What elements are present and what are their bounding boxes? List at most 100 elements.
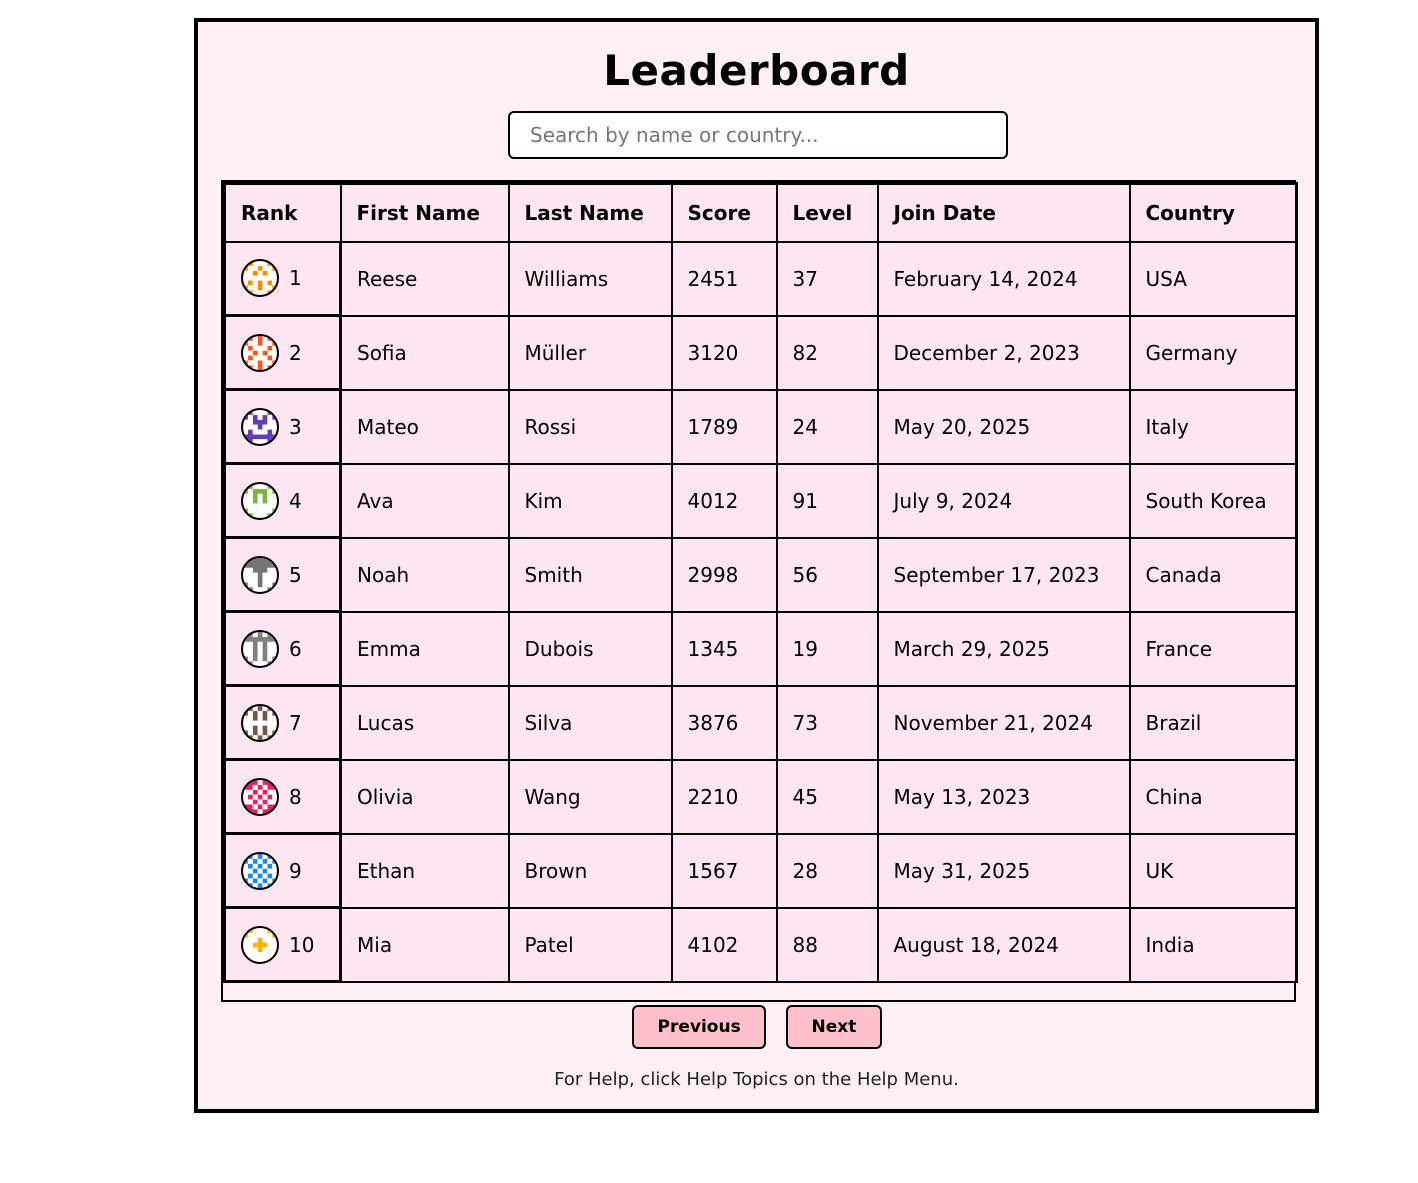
score-cell: 2451 — [670, 240, 778, 317]
rank-cell: 9 — [223, 832, 342, 909]
score-cell: 2210 — [670, 758, 778, 835]
table-row[interactable]: 7 Lucas Silva 3876 73 November 21, 2024 Brazil — [223, 684, 1298, 761]
level-cell: 91 — [775, 462, 879, 539]
join-date-cell: July 9, 2024 — [876, 462, 1131, 539]
rank-number: 9 — [289, 858, 302, 883]
score-cell: 1567 — [670, 832, 778, 909]
join-date-cell: December 2, 2023 — [876, 314, 1131, 391]
first-name-cell: Mateo — [339, 388, 510, 465]
avatar-icon — [241, 777, 279, 816]
join-date-cell: March 29, 2025 — [876, 610, 1131, 687]
first-name-cell: Mia — [339, 906, 510, 983]
score-cell: 1345 — [670, 610, 778, 687]
join-date-cell: May 31, 2025 — [876, 832, 1131, 909]
level-cell: 37 — [775, 240, 879, 317]
level-cell: 73 — [775, 684, 879, 761]
table-row[interactable]: 2 Sofia Müller 3120 82 December 2, 2023 German… — [223, 314, 1298, 391]
level-cell: 28 — [775, 832, 879, 909]
score-cell: 4102 — [670, 906, 778, 983]
table-row[interactable]: 10 Mia Patel 4102 88 August 18, 2024 India — [223, 906, 1298, 983]
first-name-cell: Sofia — [339, 314, 510, 391]
last-name-cell: Williams — [507, 240, 673, 317]
country-cell: Canada — [1128, 536, 1298, 613]
country-cell: UK — [1128, 832, 1298, 909]
rank-cell: 6 — [223, 610, 342, 687]
next-button[interactable]: Next — [785, 1005, 882, 1049]
last-name-cell: Brown — [507, 832, 673, 909]
country-cell: France — [1128, 610, 1298, 687]
country-cell: Italy — [1128, 388, 1298, 465]
avatar-icon — [241, 703, 279, 742]
leaderboard-table: Rank First Name Last Name Score Level Jo… — [223, 182, 1298, 983]
column-header-level[interactable]: Level — [775, 182, 879, 243]
country-cell: USA — [1128, 240, 1298, 317]
country-cell: Germany — [1128, 314, 1298, 391]
table-row[interactable]: 5 Noah Smith 2998 56 September 17, 2023 Canada — [223, 536, 1298, 613]
level-cell: 45 — [775, 758, 879, 835]
rank-cell: 3 — [223, 388, 342, 465]
table-row[interactable]: 1 Reese Williams 2451 37 February 14, 2024 USA — [223, 240, 1298, 317]
country-cell: India — [1128, 906, 1298, 983]
last-name-cell: Patel — [507, 906, 673, 983]
column-header-country[interactable]: Country — [1128, 182, 1298, 243]
table-row[interactable]: 6 Emma Dubois 1345 19 March 29, 2025 France — [223, 610, 1298, 687]
table-row[interactable]: 4 Ava Kim 4012 91 July 9, 2024 South Korea — [223, 462, 1298, 539]
avatar-icon — [241, 333, 279, 372]
rank-number: 2 — [289, 340, 302, 365]
join-date-cell: February 14, 2024 — [876, 240, 1131, 317]
search-input[interactable] — [508, 111, 1008, 159]
pagination: Previous Next — [198, 1005, 1315, 1049]
rank-number: 10 — [289, 932, 315, 957]
rank-number: 5 — [289, 562, 302, 587]
column-header-first-name[interactable]: First Name — [339, 182, 510, 243]
country-cell: Brazil — [1128, 684, 1298, 761]
first-name-cell: Reese — [339, 240, 510, 317]
rank-cell: 8 — [223, 758, 342, 835]
first-name-cell: Olivia — [339, 758, 510, 835]
rank-cell: 4 — [223, 462, 342, 539]
rank-number: 4 — [289, 488, 302, 513]
rank-number: 3 — [289, 414, 302, 439]
join-date-cell: May 20, 2025 — [876, 388, 1131, 465]
column-header-last-name[interactable]: Last Name — [507, 182, 673, 243]
last-name-cell: Kim — [507, 462, 673, 539]
rank-number: 7 — [289, 710, 302, 735]
page-title: Leaderboard — [603, 46, 910, 95]
join-date-cell: August 18, 2024 — [876, 906, 1131, 983]
table-row[interactable]: 9 Ethan Brown 1567 28 May 31, 2025 UK — [223, 832, 1298, 909]
avatar-icon — [241, 481, 279, 520]
country-cell: South Korea — [1128, 462, 1298, 539]
avatar-icon — [241, 407, 279, 446]
table-row[interactable]: 8 Olivia Wang 2210 45 May 13, 2023 China — [223, 758, 1298, 835]
join-date-cell: May 13, 2023 — [876, 758, 1131, 835]
rank-cell: 5 — [223, 536, 342, 613]
column-header-rank[interactable]: Rank — [223, 182, 342, 243]
first-name-cell: Emma — [339, 610, 510, 687]
rank-number: 6 — [289, 636, 302, 661]
column-header-score[interactable]: Score — [670, 182, 778, 243]
score-cell: 4012 — [670, 462, 778, 539]
first-name-cell: Ethan — [339, 832, 510, 909]
table-row[interactable]: 3 Mateo Rossi 1789 24 May 20, 2025 Italy — [223, 388, 1298, 465]
table-body: 1 Reese Williams 2451 37 February 14, 2024 USA… — [223, 240, 1298, 983]
level-cell: 88 — [775, 906, 879, 983]
last-name-cell: Rossi — [507, 388, 673, 465]
leaderboard-panel: Leaderboard Rank First Name Last Name Sc… — [194, 18, 1319, 1113]
rank-cell: 7 — [223, 684, 342, 761]
level-cell: 82 — [775, 314, 879, 391]
first-name-cell: Lucas — [339, 684, 510, 761]
column-header-join-date[interactable]: Join Date — [876, 182, 1131, 243]
country-cell: China — [1128, 758, 1298, 835]
rank-cell: 2 — [223, 314, 342, 391]
last-name-cell: Wang — [507, 758, 673, 835]
rank-number: 8 — [289, 784, 302, 809]
previous-button[interactable]: Previous — [631, 1005, 766, 1049]
level-cell: 56 — [775, 536, 879, 613]
last-name-cell: Müller — [507, 314, 673, 391]
rank-cell: 10 — [223, 906, 342, 983]
score-cell: 3876 — [670, 684, 778, 761]
leaderboard-table-container: Rank First Name Last Name Score Level Jo… — [221, 180, 1298, 1002]
rank-number: 1 — [289, 266, 302, 291]
last-name-cell: Dubois — [507, 610, 673, 687]
avatar-icon — [241, 259, 279, 298]
